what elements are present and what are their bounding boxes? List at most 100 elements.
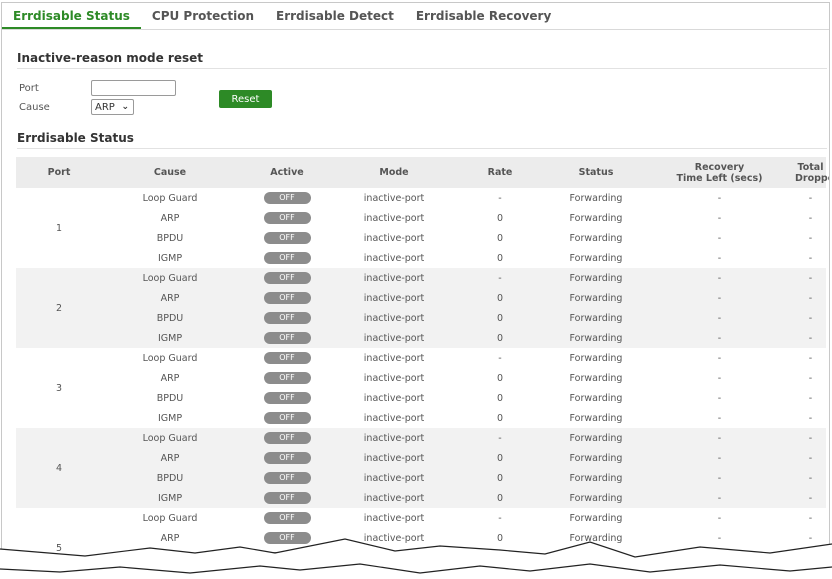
dropped-cell: -	[808, 292, 813, 304]
cause-select[interactable]: ARP ⌄	[91, 99, 134, 115]
table-row: Loop Guard OFF inactive-port - Forwarding - -	[16, 188, 826, 208]
recovery-cell: -	[717, 492, 722, 504]
mode-cell: inactive-port	[363, 212, 425, 224]
reset-section-title: Inactive-reason mode reset	[17, 51, 203, 65]
active-toggle[interactable]: OFF	[263, 332, 311, 344]
recovery-cell: -	[717, 192, 722, 204]
status-cell: Forwarding	[569, 212, 623, 224]
recovery-cell: -	[717, 312, 722, 324]
status-cell: Forwarding	[569, 492, 623, 504]
port-number: 3	[55, 382, 63, 394]
active-cell: OFF	[238, 432, 336, 444]
dropped-cell: -	[808, 232, 813, 244]
table-row: BPDU OFF inactive-port 0 Forwarding - -	[16, 468, 826, 488]
header-cause: Cause	[153, 167, 187, 178]
tab-errdisable-detect[interactable]: Errdisable Detect	[265, 3, 405, 30]
mode-cell: inactive-port	[363, 372, 425, 384]
dropped-cell: -	[808, 252, 813, 264]
cause-cell: BPDU	[156, 312, 184, 324]
cause-cell: ARP	[160, 452, 180, 464]
port-number: 4	[55, 462, 63, 474]
dropped-cell: -	[808, 372, 813, 384]
active-toggle[interactable]: OFF	[263, 472, 311, 484]
cause-cell: ARP	[160, 372, 180, 384]
recovery-cell: -	[717, 392, 722, 404]
header-active: Active	[270, 167, 304, 178]
tab-divider	[2, 29, 829, 30]
cause-cell: BPDU	[156, 232, 184, 244]
port-input[interactable]	[91, 80, 176, 96]
status-cell: Forwarding	[569, 232, 623, 244]
active-toggle[interactable]: OFF	[263, 192, 311, 204]
cause-label: Cause	[19, 102, 50, 113]
active-toggle[interactable]: OFF	[263, 312, 311, 324]
cause-cell: IGMP	[157, 412, 183, 424]
cause-cell: IGMP	[157, 332, 183, 344]
status-section-title: Errdisable Status	[17, 131, 134, 145]
rate-cell: 0	[496, 492, 504, 504]
status-cell: Forwarding	[569, 472, 623, 484]
recovery-cell: -	[717, 292, 722, 304]
active-toggle[interactable]: OFF	[263, 432, 311, 444]
table-row: Loop Guard OFF inactive-port - Forwarding - -	[16, 428, 826, 448]
torn-edge	[0, 538, 832, 579]
active-cell: OFF	[238, 492, 336, 504]
mode-cell: inactive-port	[363, 352, 425, 364]
recovery-cell: -	[717, 452, 722, 464]
table-row: Loop Guard OFF inactive-port - Forwarding - -	[16, 268, 826, 288]
table-row: ARP OFF inactive-port 0 Forwarding - -	[16, 288, 826, 308]
active-cell: OFF	[238, 352, 336, 364]
mode-cell: inactive-port	[363, 272, 425, 284]
section-divider	[17, 148, 827, 149]
active-toggle[interactable]: OFF	[263, 392, 311, 404]
active-toggle[interactable]: OFF	[263, 212, 311, 224]
active-cell: OFF	[238, 412, 336, 424]
dropped-cell: -	[808, 452, 813, 464]
recovery-cell: -	[717, 412, 722, 424]
rate-cell: 0	[496, 452, 504, 464]
active-toggle[interactable]: OFF	[263, 292, 311, 304]
rate-cell: -	[498, 272, 502, 284]
port-number: 1	[55, 222, 63, 234]
tab-errdisable-status[interactable]: Errdisable Status	[2, 3, 141, 30]
section-divider	[17, 68, 827, 69]
tab-cpu-protection[interactable]: CPU Protection	[141, 3, 265, 30]
active-cell: OFF	[238, 212, 336, 224]
active-toggle[interactable]: OFF	[263, 372, 311, 384]
header-recovery-line2: Time Left (secs)	[676, 172, 763, 184]
cause-cell: ARP	[160, 212, 180, 224]
status-cell: Forwarding	[569, 272, 623, 284]
active-toggle[interactable]: OFF	[263, 352, 311, 364]
rate-cell: 0	[496, 252, 504, 264]
active-toggle[interactable]: OFF	[263, 492, 311, 504]
active-toggle[interactable]: OFF	[263, 232, 311, 244]
cause-cell: Loop Guard	[142, 272, 198, 284]
mode-cell: inactive-port	[363, 312, 425, 324]
active-toggle[interactable]: OFF	[263, 252, 311, 264]
reset-button[interactable]: Reset	[219, 90, 272, 108]
rate-cell: 0	[496, 412, 504, 424]
rate-cell: 0	[496, 212, 504, 224]
table-row: IGMP OFF inactive-port 0 Forwarding - -	[16, 408, 826, 428]
header-mode: Mode	[379, 167, 409, 178]
header-recovery-line1: Recovery	[694, 161, 745, 173]
status-cell: Forwarding	[569, 192, 623, 204]
port-label: Port	[19, 83, 39, 94]
mode-cell: inactive-port	[363, 392, 425, 404]
status-cell: Forwarding	[569, 432, 623, 444]
mode-cell: inactive-port	[363, 472, 425, 484]
active-cell: OFF	[238, 272, 336, 284]
tab-errdisable-recovery[interactable]: Errdisable Recovery	[405, 3, 562, 30]
table-row: IGMP OFF inactive-port 0 Forwarding - -	[16, 248, 826, 268]
active-cell: OFF	[238, 372, 336, 384]
cause-cell: BPDU	[156, 472, 184, 484]
header-recovery: Recovery Time Left (secs)	[644, 162, 795, 184]
active-toggle[interactable]: OFF	[263, 272, 311, 284]
rate-cell: 0	[496, 392, 504, 404]
port-group: 2 Loop Guard OFF inactive-port - Forwarding - -…	[16, 268, 826, 348]
table-row: IGMP OFF inactive-port 0 Forwarding - -	[16, 328, 826, 348]
active-toggle[interactable]: OFF	[263, 452, 311, 464]
rate-cell: -	[498, 432, 502, 444]
table-row: ARP OFF inactive-port 0 Forwarding - -	[16, 368, 826, 388]
active-toggle[interactable]: OFF	[263, 412, 311, 424]
